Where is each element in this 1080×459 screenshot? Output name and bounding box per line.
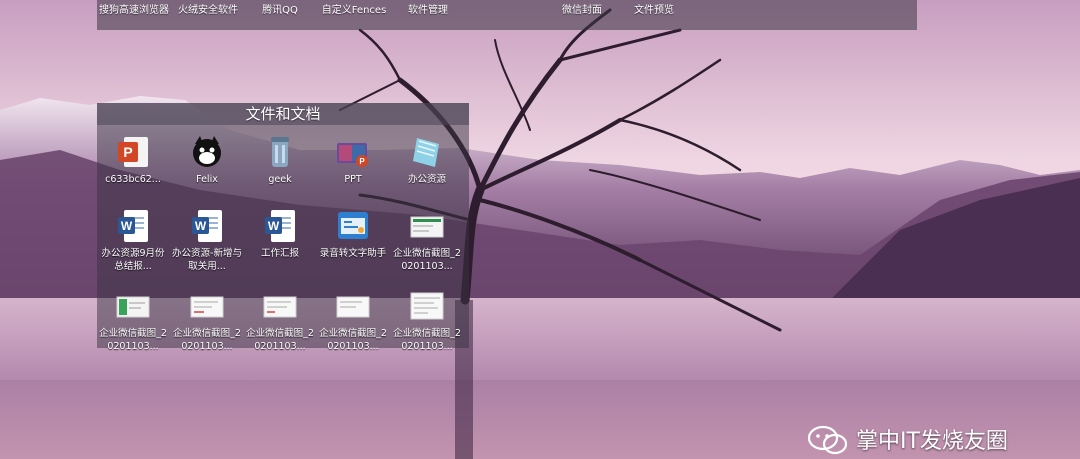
desktop-item[interactable]: 企业微信截图_20201103... bbox=[391, 208, 463, 273]
geek-uninstaller-icon bbox=[262, 134, 298, 170]
watermark-text: 掌中IT发烧友圈 bbox=[856, 429, 1008, 454]
svg-text:W: W bbox=[121, 219, 133, 233]
svg-text:W: W bbox=[195, 219, 207, 233]
desktop-item[interactable]: 办公资源 bbox=[391, 134, 463, 186]
desktop-item[interactable]: P PPT bbox=[317, 134, 389, 186]
svg-text:W: W bbox=[268, 219, 280, 233]
desktop-item[interactable]: 企业微信截图_20201103... bbox=[317, 288, 389, 353]
top-fence-bar: 搜狗高速浏览器 火绒安全软件 腾讯QQ 自定义Fences 软件管理 微信封面 … bbox=[97, 0, 917, 30]
word-doc-icon: W bbox=[262, 208, 298, 244]
desktop-item[interactable]: P c633bc62... bbox=[97, 134, 169, 186]
svg-text:P: P bbox=[359, 157, 365, 166]
app-icon bbox=[335, 208, 371, 244]
desktop-item-label: 录音转文字助手 bbox=[319, 248, 387, 259]
screenshot-file-icon bbox=[189, 288, 225, 324]
desktop-item-label: 办公资源-新增与取关用... bbox=[172, 248, 242, 272]
desktop-item[interactable]: W 工作汇报 bbox=[244, 208, 316, 260]
wechat-logo-icon bbox=[807, 425, 848, 455]
desktop-item[interactable]: 录音转文字助手 bbox=[317, 208, 389, 260]
desktop-item-label: 企业微信截图_20201103... bbox=[319, 328, 387, 352]
desktop-item[interactable]: geek bbox=[244, 134, 316, 186]
fence-title[interactable]: 文件和文档 bbox=[97, 103, 469, 125]
desktop-item-label: 办公资源9月份总结报... bbox=[101, 248, 165, 272]
desktop-item-label: c633bc62... bbox=[105, 174, 161, 185]
word-doc-icon: W bbox=[115, 208, 151, 244]
desktop-shortcut-software-manager[interactable]: 软件管理 bbox=[391, 5, 465, 17]
desktop-item-label: geek bbox=[268, 174, 292, 185]
desktop-shortcut-qq[interactable]: 腾讯QQ bbox=[243, 5, 317, 17]
ppt-folder-icon: P bbox=[335, 134, 371, 170]
fence-files-and-documents[interactable]: 文件和文档 P c633bc62... Felix geek P PPT 办公资… bbox=[97, 103, 469, 352]
svg-text:P: P bbox=[123, 144, 132, 160]
cat-avatar-icon bbox=[189, 134, 225, 170]
screenshot-file-icon bbox=[335, 288, 371, 324]
desktop-item-label: 企业微信截图_20201103... bbox=[173, 328, 241, 352]
desktop-item-label: 企业微信截图_20201103... bbox=[246, 328, 314, 352]
notebook-icon bbox=[409, 134, 445, 170]
desktop-item[interactable]: 企业微信截图_20201103... bbox=[244, 288, 316, 353]
desktop-item-label: Felix bbox=[196, 174, 218, 185]
desktop-item[interactable]: Felix bbox=[171, 134, 243, 186]
desktop-item-label: 企业微信截图_20201103... bbox=[393, 328, 461, 352]
desktop-item-label: PPT bbox=[344, 174, 362, 185]
desktop-item-label: 办公资源 bbox=[407, 174, 446, 185]
desktop-shortcut-huorong[interactable]: 火绒安全软件 bbox=[171, 5, 245, 17]
desktop-item[interactable]: 企业微信截图_20201103... bbox=[171, 288, 243, 353]
desktop-shortcut-fences[interactable]: 自定义Fences bbox=[317, 5, 391, 17]
desktop-item[interactable]: W 办公资源-新增与取关用... bbox=[171, 208, 243, 273]
desktop-item-label: 企业微信截图_20201103... bbox=[99, 328, 167, 352]
screenshot-file-icon bbox=[115, 288, 151, 324]
desktop-item[interactable]: W 办公资源9月份总结报... bbox=[97, 208, 169, 273]
screenshot-file-icon bbox=[409, 288, 445, 324]
desktop-item-label: 工作汇报 bbox=[260, 248, 299, 259]
desktop-item[interactable]: 企业微信截图_20201103... bbox=[97, 288, 169, 353]
screenshot-file-icon bbox=[409, 208, 445, 244]
screenshot-file-icon bbox=[262, 288, 298, 324]
desktop-shortcut-wechat-cover[interactable]: 微信封面 bbox=[545, 5, 619, 17]
desktop-shortcut-file-preview[interactable]: 文件预览 bbox=[617, 5, 691, 17]
desktop-item[interactable]: 企业微信截图_20201103... bbox=[391, 288, 463, 353]
desktop-shortcut-sogou-browser[interactable]: 搜狗高速浏览器 bbox=[97, 5, 171, 17]
powerpoint-icon: P bbox=[115, 134, 151, 170]
word-doc-icon: W bbox=[189, 208, 225, 244]
desktop-item-label: 企业微信截图_20201103... bbox=[393, 248, 461, 272]
